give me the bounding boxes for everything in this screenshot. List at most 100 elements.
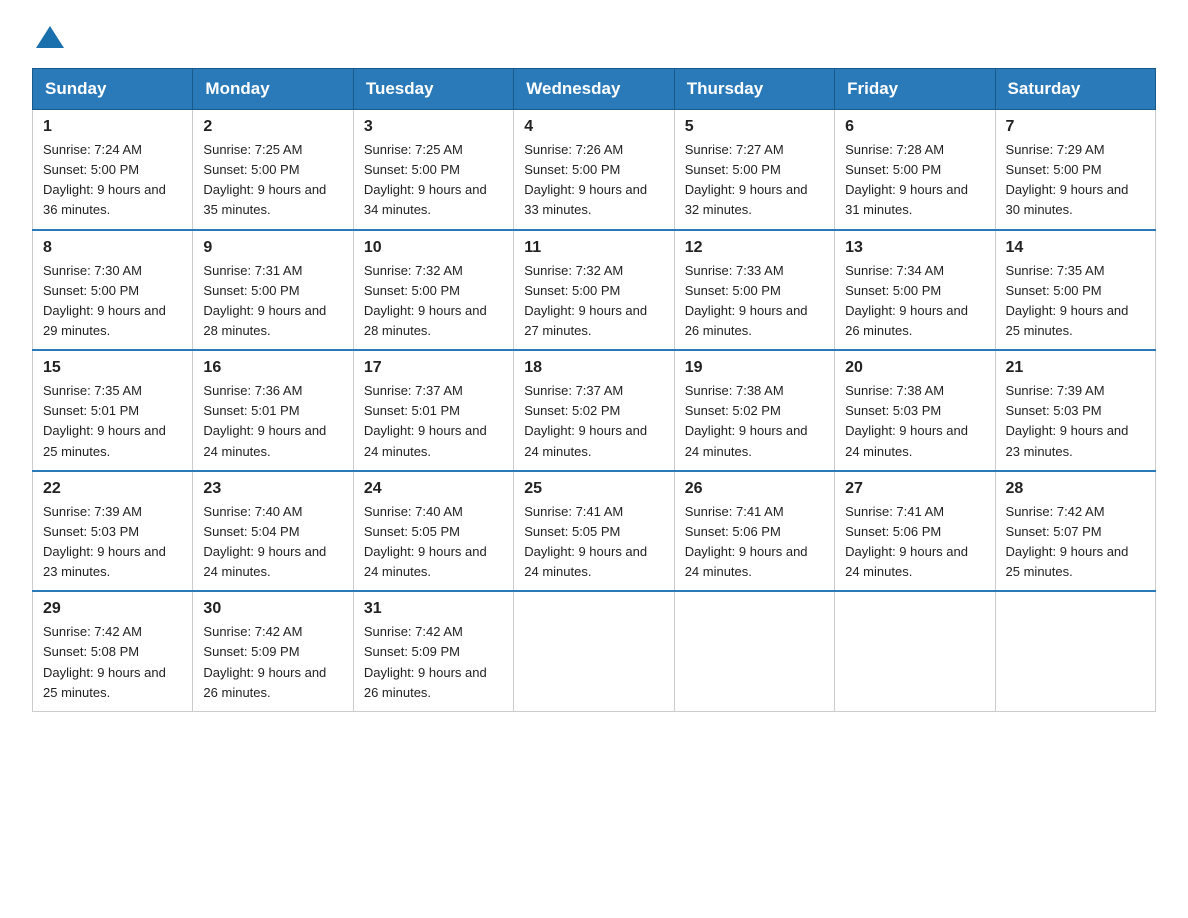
calendar-cell: 18 Sunrise: 7:37 AMSunset: 5:02 PMDaylig… [514, 350, 674, 471]
day-info: Sunrise: 7:35 AMSunset: 5:01 PMDaylight:… [43, 381, 182, 462]
day-info: Sunrise: 7:32 AMSunset: 5:00 PMDaylight:… [524, 261, 663, 342]
day-info: Sunrise: 7:38 AMSunset: 5:03 PMDaylight:… [845, 381, 984, 462]
calendar-cell: 4 Sunrise: 7:26 AMSunset: 5:00 PMDayligh… [514, 110, 674, 230]
week-row-4: 22 Sunrise: 7:39 AMSunset: 5:03 PMDaylig… [33, 471, 1156, 592]
day-info: Sunrise: 7:38 AMSunset: 5:02 PMDaylight:… [685, 381, 824, 462]
week-row-1: 1 Sunrise: 7:24 AMSunset: 5:00 PMDayligh… [33, 110, 1156, 230]
header-friday: Friday [835, 69, 995, 110]
calendar-cell: 29 Sunrise: 7:42 AMSunset: 5:08 PMDaylig… [33, 591, 193, 711]
calendar-cell: 5 Sunrise: 7:27 AMSunset: 5:00 PMDayligh… [674, 110, 834, 230]
calendar-cell [674, 591, 834, 711]
day-number: 7 [1006, 118, 1145, 136]
calendar-cell: 13 Sunrise: 7:34 AMSunset: 5:00 PMDaylig… [835, 230, 995, 351]
day-number: 16 [203, 359, 342, 377]
day-number: 22 [43, 480, 182, 498]
day-number: 30 [203, 600, 342, 618]
day-number: 20 [845, 359, 984, 377]
day-info: Sunrise: 7:37 AMSunset: 5:01 PMDaylight:… [364, 381, 503, 462]
day-number: 4 [524, 118, 663, 136]
calendar-cell: 3 Sunrise: 7:25 AMSunset: 5:00 PMDayligh… [353, 110, 513, 230]
day-number: 14 [1006, 239, 1145, 257]
week-row-3: 15 Sunrise: 7:35 AMSunset: 5:01 PMDaylig… [33, 350, 1156, 471]
calendar-cell: 22 Sunrise: 7:39 AMSunset: 5:03 PMDaylig… [33, 471, 193, 592]
day-number: 1 [43, 118, 182, 136]
day-info: Sunrise: 7:42 AMSunset: 5:08 PMDaylight:… [43, 622, 182, 703]
day-info: Sunrise: 7:40 AMSunset: 5:05 PMDaylight:… [364, 502, 503, 583]
day-info: Sunrise: 7:33 AMSunset: 5:00 PMDaylight:… [685, 261, 824, 342]
day-info: Sunrise: 7:25 AMSunset: 5:00 PMDaylight:… [364, 140, 503, 221]
calendar-cell: 12 Sunrise: 7:33 AMSunset: 5:00 PMDaylig… [674, 230, 834, 351]
day-number: 26 [685, 480, 824, 498]
calendar-table: SundayMondayTuesdayWednesdayThursdayFrid… [32, 68, 1156, 712]
day-info: Sunrise: 7:26 AMSunset: 5:00 PMDaylight:… [524, 140, 663, 221]
day-number: 9 [203, 239, 342, 257]
calendar-cell [835, 591, 995, 711]
header-wednesday: Wednesday [514, 69, 674, 110]
calendar-cell: 26 Sunrise: 7:41 AMSunset: 5:06 PMDaylig… [674, 471, 834, 592]
header-monday: Monday [193, 69, 353, 110]
header-tuesday: Tuesday [353, 69, 513, 110]
day-number: 2 [203, 118, 342, 136]
calendar-cell: 9 Sunrise: 7:31 AMSunset: 5:00 PMDayligh… [193, 230, 353, 351]
day-info: Sunrise: 7:37 AMSunset: 5:02 PMDaylight:… [524, 381, 663, 462]
calendar-cell: 27 Sunrise: 7:41 AMSunset: 5:06 PMDaylig… [835, 471, 995, 592]
calendar-cell: 30 Sunrise: 7:42 AMSunset: 5:09 PMDaylig… [193, 591, 353, 711]
header-saturday: Saturday [995, 69, 1155, 110]
day-info: Sunrise: 7:27 AMSunset: 5:00 PMDaylight:… [685, 140, 824, 221]
day-info: Sunrise: 7:24 AMSunset: 5:00 PMDaylight:… [43, 140, 182, 221]
day-info: Sunrise: 7:40 AMSunset: 5:04 PMDaylight:… [203, 502, 342, 583]
day-number: 21 [1006, 359, 1145, 377]
calendar-cell: 6 Sunrise: 7:28 AMSunset: 5:00 PMDayligh… [835, 110, 995, 230]
day-info: Sunrise: 7:32 AMSunset: 5:00 PMDaylight:… [364, 261, 503, 342]
day-number: 19 [685, 359, 824, 377]
day-info: Sunrise: 7:29 AMSunset: 5:00 PMDaylight:… [1006, 140, 1145, 221]
calendar-cell: 11 Sunrise: 7:32 AMSunset: 5:00 PMDaylig… [514, 230, 674, 351]
calendar-cell: 8 Sunrise: 7:30 AMSunset: 5:00 PMDayligh… [33, 230, 193, 351]
day-number: 28 [1006, 480, 1145, 498]
calendar-cell: 31 Sunrise: 7:42 AMSunset: 5:09 PMDaylig… [353, 591, 513, 711]
day-info: Sunrise: 7:42 AMSunset: 5:09 PMDaylight:… [203, 622, 342, 703]
calendar-cell: 2 Sunrise: 7:25 AMSunset: 5:00 PMDayligh… [193, 110, 353, 230]
day-number: 23 [203, 480, 342, 498]
calendar-cell: 15 Sunrise: 7:35 AMSunset: 5:01 PMDaylig… [33, 350, 193, 471]
day-number: 17 [364, 359, 503, 377]
calendar-cell: 21 Sunrise: 7:39 AMSunset: 5:03 PMDaylig… [995, 350, 1155, 471]
header-thursday: Thursday [674, 69, 834, 110]
calendar-cell: 7 Sunrise: 7:29 AMSunset: 5:00 PMDayligh… [995, 110, 1155, 230]
day-info: Sunrise: 7:42 AMSunset: 5:07 PMDaylight:… [1006, 502, 1145, 583]
day-number: 10 [364, 239, 503, 257]
day-number: 29 [43, 600, 182, 618]
day-info: Sunrise: 7:31 AMSunset: 5:00 PMDaylight:… [203, 261, 342, 342]
day-info: Sunrise: 7:28 AMSunset: 5:00 PMDaylight:… [845, 140, 984, 221]
day-number: 12 [685, 239, 824, 257]
day-number: 5 [685, 118, 824, 136]
calendar-cell: 25 Sunrise: 7:41 AMSunset: 5:05 PMDaylig… [514, 471, 674, 592]
calendar-cell: 20 Sunrise: 7:38 AMSunset: 5:03 PMDaylig… [835, 350, 995, 471]
day-number: 8 [43, 239, 182, 257]
calendar-cell: 10 Sunrise: 7:32 AMSunset: 5:00 PMDaylig… [353, 230, 513, 351]
day-info: Sunrise: 7:34 AMSunset: 5:00 PMDaylight:… [845, 261, 984, 342]
day-info: Sunrise: 7:41 AMSunset: 5:06 PMDaylight:… [845, 502, 984, 583]
calendar-cell: 17 Sunrise: 7:37 AMSunset: 5:01 PMDaylig… [353, 350, 513, 471]
calendar-cell [514, 591, 674, 711]
calendar-cell: 24 Sunrise: 7:40 AMSunset: 5:05 PMDaylig… [353, 471, 513, 592]
day-number: 27 [845, 480, 984, 498]
day-number: 6 [845, 118, 984, 136]
calendar-cell: 14 Sunrise: 7:35 AMSunset: 5:00 PMDaylig… [995, 230, 1155, 351]
day-number: 3 [364, 118, 503, 136]
logo-triangle-icon [36, 26, 64, 48]
day-number: 15 [43, 359, 182, 377]
day-number: 31 [364, 600, 503, 618]
day-number: 25 [524, 480, 663, 498]
week-row-2: 8 Sunrise: 7:30 AMSunset: 5:00 PMDayligh… [33, 230, 1156, 351]
calendar-cell: 19 Sunrise: 7:38 AMSunset: 5:02 PMDaylig… [674, 350, 834, 471]
page-header [32, 24, 1156, 48]
day-info: Sunrise: 7:41 AMSunset: 5:05 PMDaylight:… [524, 502, 663, 583]
day-info: Sunrise: 7:35 AMSunset: 5:00 PMDaylight:… [1006, 261, 1145, 342]
day-number: 13 [845, 239, 984, 257]
day-info: Sunrise: 7:39 AMSunset: 5:03 PMDaylight:… [43, 502, 182, 583]
day-number: 24 [364, 480, 503, 498]
week-row-5: 29 Sunrise: 7:42 AMSunset: 5:08 PMDaylig… [33, 591, 1156, 711]
day-number: 18 [524, 359, 663, 377]
calendar-cell [995, 591, 1155, 711]
